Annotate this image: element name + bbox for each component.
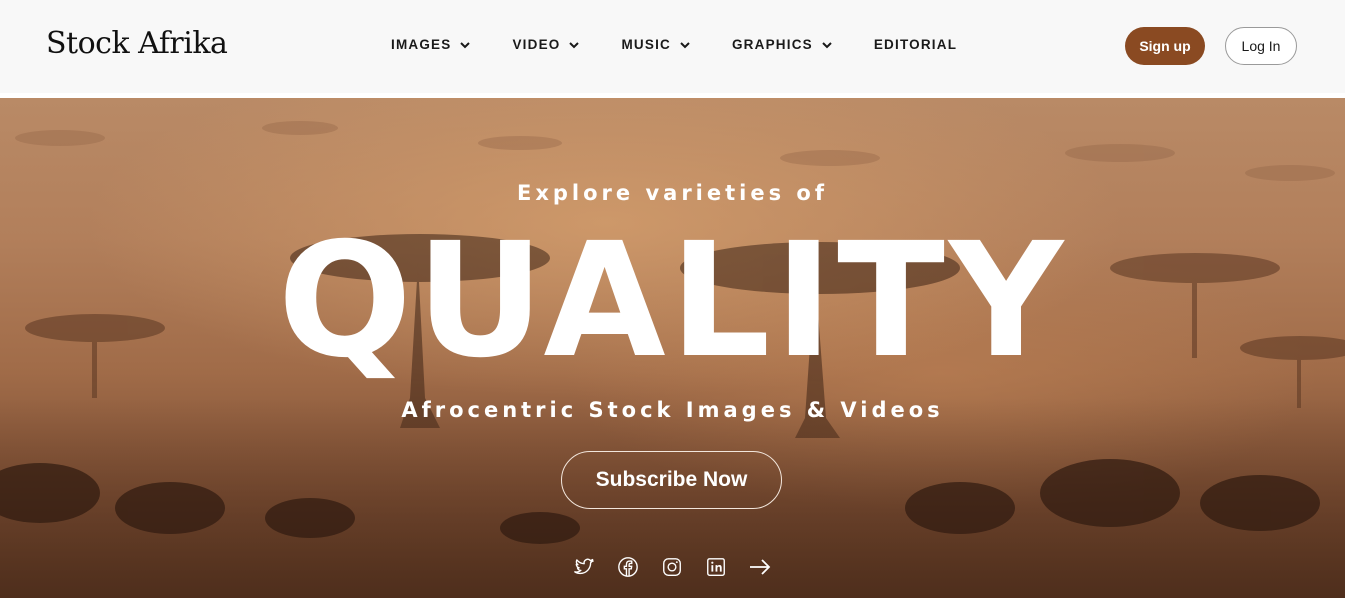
nav-editorial[interactable]: EDITORIAL (874, 37, 957, 52)
nav-images-label: IMAGES (391, 37, 452, 52)
hero-tagline: Afrocentric Stock Images & Videos (401, 398, 944, 422)
nav-video[interactable]: VIDEO (512, 37, 581, 52)
logo[interactable]: Stock Afrika (46, 26, 228, 61)
nav-images[interactable]: IMAGES (391, 37, 472, 52)
nav-video-label: VIDEO (512, 37, 561, 52)
subscribe-button[interactable]: Subscribe Now (561, 451, 782, 509)
chevron-down-icon (822, 41, 832, 48)
social-links (572, 555, 772, 579)
arrow-right-icon[interactable] (748, 555, 772, 579)
nav-graphics-label: GRAPHICS (731, 37, 813, 52)
nav-editorial-label: EDITORIAL (873, 37, 958, 52)
hero-subtitle: Explore varieties of (517, 181, 828, 205)
nav-music[interactable]: MUSIC (621, 37, 692, 52)
site-header: Stock Afrika IMAGES VIDEO MUSIC GRAPHICS… (0, 0, 1345, 93)
hero-title: QUALITY (277, 209, 1068, 393)
twitter-icon[interactable] (572, 555, 596, 579)
nav-graphics[interactable]: GRAPHICS (732, 37, 834, 52)
hero-section: Explore varieties of QUALITY Afrocentric… (0, 98, 1345, 598)
signup-button[interactable]: Sign up (1125, 27, 1205, 65)
linkedin-icon[interactable] (704, 555, 728, 579)
instagram-icon[interactable] (660, 555, 684, 579)
facebook-icon[interactable] (616, 555, 640, 579)
login-button[interactable]: Log In (1225, 27, 1297, 65)
chevron-down-icon (569, 41, 580, 48)
nav-music-label: MUSIC (621, 37, 671, 52)
chevron-down-icon (680, 41, 690, 48)
chevron-down-icon (460, 41, 471, 48)
main-nav: IMAGES VIDEO MUSIC GRAPHICS EDITORIAL (391, 37, 957, 52)
